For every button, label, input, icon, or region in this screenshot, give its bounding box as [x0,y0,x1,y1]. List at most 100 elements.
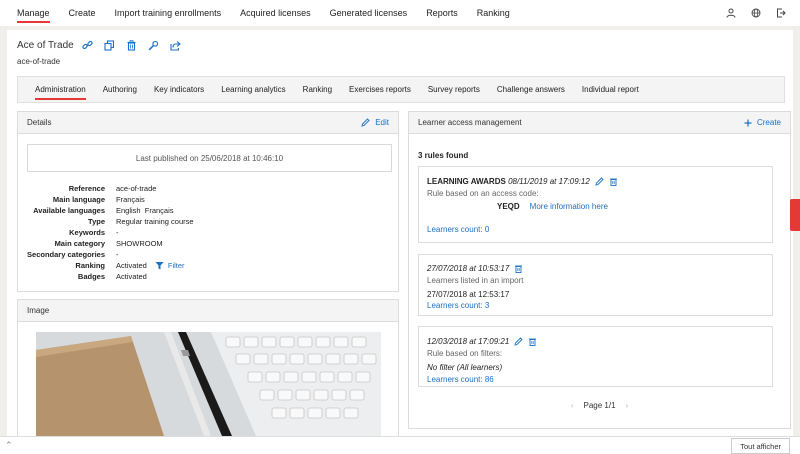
rule-1-trash-icon[interactable] [609,177,618,186]
tab-administration[interactable]: Administration [35,85,86,100]
show-all-button[interactable]: Tout afficher [731,438,790,454]
wrench-icon[interactable] [148,39,160,51]
pencil-icon [361,118,370,127]
nav-generated-licenses[interactable]: Generated licenses [330,8,408,18]
image-title: Image [27,306,50,315]
details-list: Reference ace-of-trade Main language Franç… [18,183,398,282]
tab-bar: Administration Authoring Key indicators … [17,76,785,103]
access-rule-2: 27/07/2018 at 10:53:17 Learners listed i… [418,254,773,316]
rule-1-access-code: YEQD [497,202,520,211]
share-icon[interactable] [170,39,182,51]
nav-ranking[interactable]: Ranking [477,8,510,18]
detail-key: Badges [77,272,105,281]
pagination: ‹ Page 1/1 › [409,401,790,410]
rule-1-heading: LEARNING AWARDS 08/11/2019 at 17:09:12 [427,177,618,186]
tab-survey-reports[interactable]: Survey reports [428,85,480,94]
rule-3-heading: 12/03/2018 at 17:09:21 [427,337,537,346]
prev-page-icon[interactable]: ‹ [571,401,574,410]
edit-label: Edit [375,118,389,127]
detail-key: Keywords [69,228,105,237]
nav-import-training-enrollments[interactable]: Import training enrollments [115,8,222,18]
image-header: Image [18,300,398,322]
rule-2-description: Learners listed in an import [427,276,524,285]
rule-1-edit-icon[interactable] [595,177,604,186]
detail-value-wrap: Activated Filter [116,261,185,270]
copy-icon[interactable] [104,39,116,51]
detail-key: Reference [68,184,105,193]
tab-authoring[interactable]: Authoring [103,85,137,94]
rule-2-trash-icon[interactable] [514,264,523,273]
plus-icon [744,119,752,127]
globe-icon[interactable] [750,7,762,19]
ranking-filter-link[interactable]: Filter [155,261,185,270]
rule-1-description: Rule based on an access code: [427,189,539,198]
rule-2-import-date: 27/07/2018 at 12:53:17 [427,290,510,299]
title-row: Ace of Trade [17,39,192,51]
detail-value: ace-of-trade [116,184,157,193]
course-slug: ace-of-trade [17,57,61,66]
learner-access-panel: Learner access management Create 3 rules… [408,111,791,429]
detail-key: Main category [54,239,105,248]
logout-icon[interactable] [775,7,787,19]
user-icon[interactable] [725,7,737,19]
detail-value: Activated [116,261,147,270]
tab-exercises-reports[interactable]: Exercises reports [349,85,411,94]
access-rule-3: 12/03/2018 at 17:09:21 Rule based on fil… [418,326,773,387]
detail-value: - [116,228,119,237]
tab-challenge-answers[interactable]: Challenge answers [497,85,565,94]
nav-acquired-licenses[interactable]: Acquired licenses [240,8,311,18]
rule-3-date: 12/03/2018 at 17:09:21 [427,337,510,346]
detail-key: Ranking [75,261,105,270]
tab-individual-report[interactable]: Individual report [582,85,639,94]
link-icon[interactable] [82,39,94,51]
rule-1-name: LEARNING AWARDS [427,177,506,186]
rule-2-learners-count[interactable]: Learners count: 3 [427,301,489,310]
rule-3-learners-count[interactable]: Learners count: 86 [427,375,494,384]
image-panel: Image [17,299,399,436]
bottom-bar: ⌃ Tout afficher [0,436,800,454]
last-published-text: Last published on 25/06/2018 at 10:46:10 [135,153,284,163]
rules-found-count: 3 rules found [418,151,469,160]
detail-value: - [116,250,119,259]
next-page-icon[interactable]: › [626,401,629,410]
chevron-up-icon[interactable]: ⌃ [5,440,13,451]
access-rule-1: LEARNING AWARDS 08/11/2019 at 17:09:12 R… [418,166,773,243]
funnel-icon [155,261,164,270]
detail-value: SHOWROOM [116,239,163,248]
detail-row-reference: Reference ace-of-trade [18,183,398,194]
rule-1-code-row: YEQD More information here [497,202,608,211]
rule-3-edit-icon[interactable] [514,337,523,346]
tab-learning-analytics[interactable]: Learning analytics [221,85,285,94]
details-title: Details [27,118,52,127]
trash-icon[interactable] [126,39,138,51]
detail-row-keywords: Keywords - [18,227,398,238]
nav-manage[interactable]: Manage [17,8,50,23]
detail-value: Regular training course [116,217,194,226]
nav-create[interactable]: Create [69,8,96,18]
detail-row-secondary-categories: Secondary categories - [18,249,398,260]
detail-row-main-category: Main category SHOWROOM [18,238,398,249]
detail-key: Available languages [33,206,105,215]
feedback-side-tab[interactable] [790,199,800,231]
tab-key-indicators[interactable]: Key indicators [154,85,204,94]
detail-row-main-language: Main language Français [18,194,398,205]
detail-value: English Français [116,206,174,215]
top-navigation: Manage Create Import training enrollment… [0,0,800,26]
rule-1-learners-count[interactable]: Learners count: 0 [427,225,489,234]
page-title: Ace of Trade [17,39,74,51]
details-panel: Details Edit Last published on 25/06/201… [17,111,399,292]
detail-key: Secondary categories [27,250,105,259]
detail-row-available-languages: Available languages English Français [18,205,398,216]
rule-3-description: Rule based on filters: [427,349,503,358]
nav-reports[interactable]: Reports [426,8,458,18]
edit-button[interactable]: Edit [361,118,389,127]
tab-ranking[interactable]: Ranking [303,85,332,94]
detail-value: Français [116,195,145,204]
rule-1-more-info-link[interactable]: More information here [530,202,608,211]
create-rule-button[interactable]: Create [744,118,781,127]
detail-key: Type [88,217,105,226]
last-published-box: Last published on 25/06/2018 at 10:46:10 [27,144,392,172]
rule-3-trash-icon[interactable] [528,337,537,346]
rule-1-date: 08/11/2019 at 17:09:12 [508,177,590,186]
detail-value: Activated [116,272,147,281]
